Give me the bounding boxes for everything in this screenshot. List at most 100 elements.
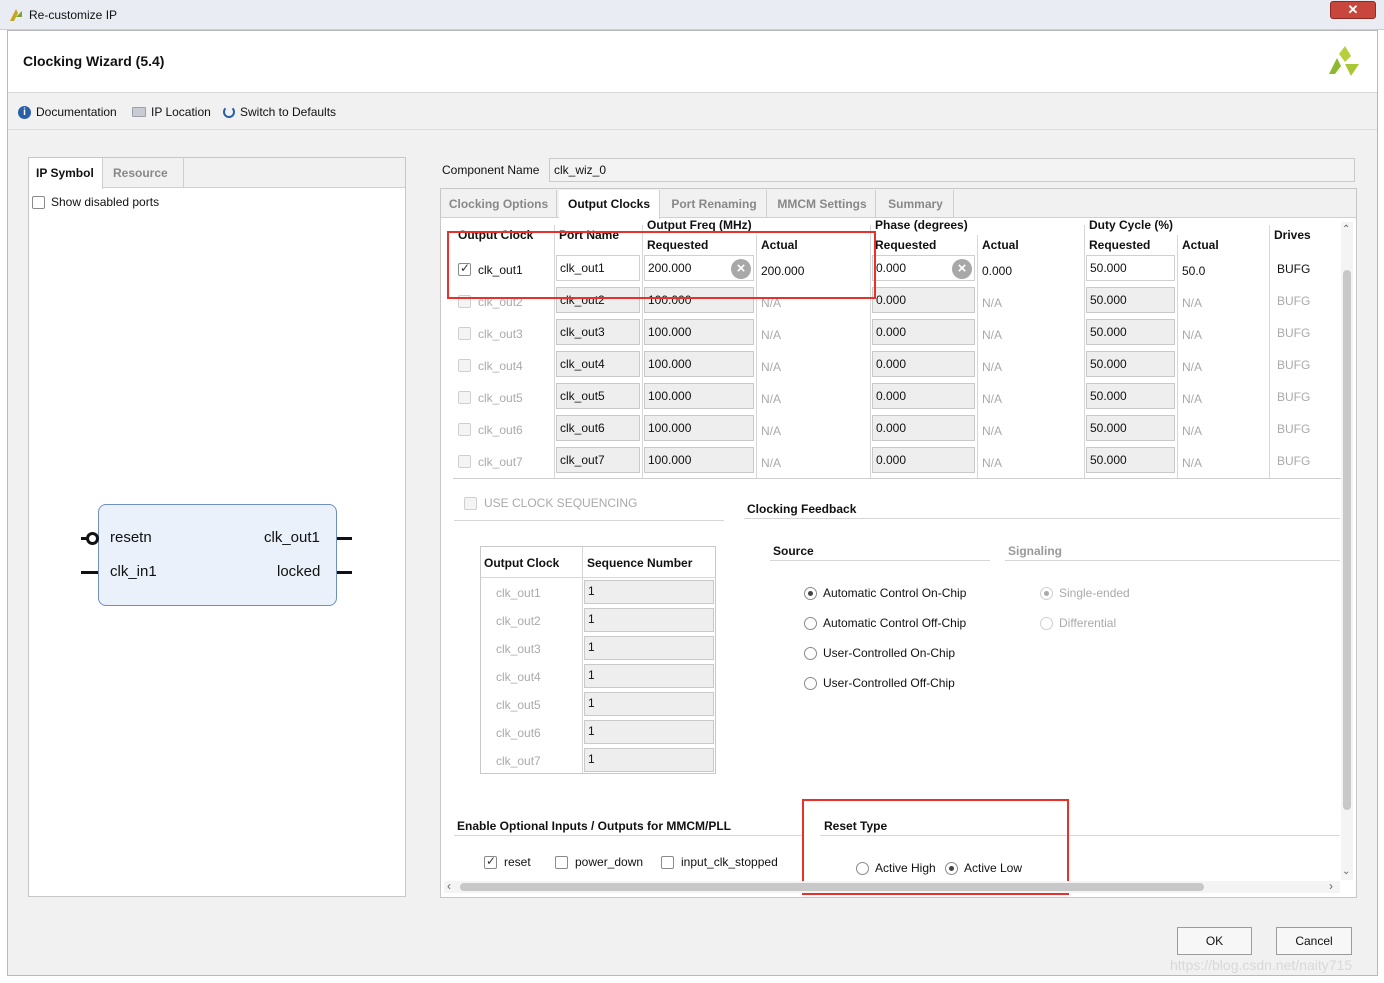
seq-number-input[interactable]: 1 <box>584 636 714 660</box>
radio-auto-off-chip[interactable]: Automatic Control Off-Chip <box>804 616 966 630</box>
freq-requested-input[interactable]: 100.000 <box>644 447 754 473</box>
tab-resource[interactable]: Resource <box>106 158 184 188</box>
component-name-input[interactable]: clk_wiz_0 <box>549 158 1355 182</box>
seq-number-input[interactable]: 1 <box>584 608 714 632</box>
radio-user-on-chip[interactable]: User-Controlled On-Chip <box>804 646 955 660</box>
seq-number-input[interactable]: 1 <box>584 748 714 772</box>
row-enable-checkbox[interactable] <box>458 455 471 468</box>
freq-requested-input[interactable]: 100.000 <box>644 383 754 409</box>
freq-requested-input[interactable]: 100.000 <box>644 319 754 345</box>
radio-label: User-Controlled Off-Chip <box>823 676 955 690</box>
clear-icon[interactable]: × <box>952 259 972 279</box>
tab-summary[interactable]: Summary <box>878 190 954 218</box>
port-name-input[interactable]: clk_out3 <box>556 319 640 345</box>
port-label-resetn: resetn <box>110 529 152 546</box>
window-close-button[interactable]: ✕ <box>1330 1 1376 19</box>
radio-differential[interactable]: Differential <box>1040 616 1116 630</box>
phase-requested-input[interactable]: 0.000 <box>872 351 975 377</box>
radio-auto-on-chip[interactable]: Automatic Control On-Chip <box>804 586 966 600</box>
scroll-up-icon[interactable]: ⌃ <box>1342 224 1350 235</box>
drives-value: BUFG <box>1277 422 1311 436</box>
input-clk-stopped-checkbox[interactable]: input_clk_stopped <box>661 855 778 869</box>
radio-single-ended[interactable]: Single-ended <box>1040 586 1130 600</box>
radio-user-off-chip[interactable]: User-Controlled Off-Chip <box>804 676 955 690</box>
tab-clocking-options[interactable]: Clocking Options <box>441 190 557 218</box>
ip-location-button[interactable]: IP Location <box>132 105 211 119</box>
horizontal-scroll-thumb[interactable] <box>460 883 1204 891</box>
tab-port-renaming[interactable]: Port Renaming <box>662 190 767 218</box>
seq-number-input[interactable]: 1 <box>584 580 714 604</box>
cancel-button[interactable]: Cancel <box>1276 927 1352 955</box>
documentation-button[interactable]: i Documentation <box>18 105 117 119</box>
duty-requested-input[interactable]: 50.000 <box>1086 415 1175 441</box>
port-name-input[interactable]: clk_out6 <box>556 415 640 441</box>
row-clock-label: clk_out3 <box>478 327 523 341</box>
row-enable-checkbox[interactable] <box>458 391 471 404</box>
tab-output-clocks[interactable]: Output Clocks <box>559 190 660 219</box>
duty-requested-input[interactable]: 50.000 <box>1086 319 1175 345</box>
port-name-input[interactable]: clk_out5 <box>556 383 640 409</box>
ip-location-label: IP Location <box>151 105 211 119</box>
phase-actual-value: N/A <box>982 424 1003 438</box>
duty-requested-input[interactable]: 50.000 <box>1086 287 1175 313</box>
row-clock-label: clk_out5 <box>478 391 523 405</box>
phase-actual-value: N/A <box>982 392 1003 406</box>
tab-ip-symbol[interactable]: IP Symbol <box>29 158 103 189</box>
reset-checkbox[interactable]: reset <box>484 854 531 869</box>
duty-requested-input[interactable]: 50.000 <box>1086 255 1175 281</box>
drives-value: BUFG <box>1277 454 1311 468</box>
seq-number-input[interactable]: 1 <box>584 664 714 688</box>
row-enable-checkbox[interactable] <box>458 359 471 372</box>
show-disabled-ports-checkbox[interactable]: Show disabled ports <box>32 195 159 209</box>
header-output-freq: Output Freq (MHz) <box>647 218 752 232</box>
seq-clock: clk_out1 <box>496 586 541 600</box>
phase-actual-value: N/A <box>982 328 1003 342</box>
seq-clock: clk_out2 <box>496 614 541 628</box>
vertical-scroll-thumb[interactable] <box>1343 270 1351 810</box>
phase-requested-input[interactable]: 0.000 <box>872 319 975 345</box>
freq-actual-value: N/A <box>761 328 782 342</box>
switch-defaults-button[interactable]: Switch to Defaults <box>223 105 336 119</box>
seq-header-sequence-number: Sequence Number <box>587 556 693 570</box>
freq-requested-input[interactable]: 100.000 <box>644 415 754 441</box>
phase-requested-input[interactable]: 0.000 <box>872 287 975 313</box>
duty-requested-input[interactable]: 50.000 <box>1086 447 1175 473</box>
phase-requested-input[interactable]: 0.000 <box>872 415 975 441</box>
show-disabled-ports-label: Show disabled ports <box>51 195 160 209</box>
seq-number-input[interactable]: 1 <box>584 692 714 716</box>
seq-number-input[interactable]: 1 <box>584 720 714 744</box>
checkbox-box <box>32 195 45 209</box>
ok-button[interactable]: OK <box>1177 927 1252 955</box>
duty-requested-input[interactable]: 50.000 <box>1086 351 1175 377</box>
refresh-icon <box>223 106 235 118</box>
duty-actual-value: N/A <box>1182 424 1203 438</box>
use-clock-sequencing-checkbox[interactable]: USE CLOCK SEQUENCING <box>464 496 637 510</box>
phase-requested-input[interactable]: 0.000 <box>872 383 975 409</box>
scroll-left-icon[interactable]: ‹ <box>447 879 451 893</box>
radio-label: Single-ended <box>1059 586 1130 600</box>
row-enable-checkbox[interactable] <box>458 423 471 436</box>
radio-label: User-Controlled On-Chip <box>823 646 956 660</box>
source-title: Source <box>773 544 814 558</box>
scroll-right-icon[interactable]: › <box>1329 879 1333 893</box>
seq-clock: clk_out4 <box>496 670 541 684</box>
duty-requested-input[interactable]: 50.000 <box>1086 383 1175 409</box>
duty-actual-value: N/A <box>1182 392 1203 406</box>
scroll-down-icon[interactable]: ⌄ <box>1342 866 1350 877</box>
port-name-input[interactable]: clk_out7 <box>556 447 640 473</box>
row-enable-checkbox[interactable] <box>458 327 471 340</box>
grid-divider <box>977 235 978 478</box>
clk-in1-pin <box>81 571 98 574</box>
drives-value: BUFG <box>1277 294 1311 308</box>
header-duty-cycle: Duty Cycle (%) <box>1089 218 1174 232</box>
phase-requested-input[interactable]: 0.000 <box>872 447 975 473</box>
grid-bottom-line <box>453 478 1341 479</box>
freq-requested-input[interactable]: 100.000 <box>644 351 754 377</box>
phase-actual-value: 0.000 <box>982 264 1013 278</box>
drives-value: BUFG <box>1277 326 1311 340</box>
port-name-input[interactable]: clk_out4 <box>556 351 640 377</box>
tab-mmcm-settings[interactable]: MMCM Settings <box>769 190 876 218</box>
power-down-checkbox[interactable]: power_down <box>555 855 643 869</box>
grid-divider <box>1177 235 1178 478</box>
radio-label: Differential <box>1059 616 1117 630</box>
